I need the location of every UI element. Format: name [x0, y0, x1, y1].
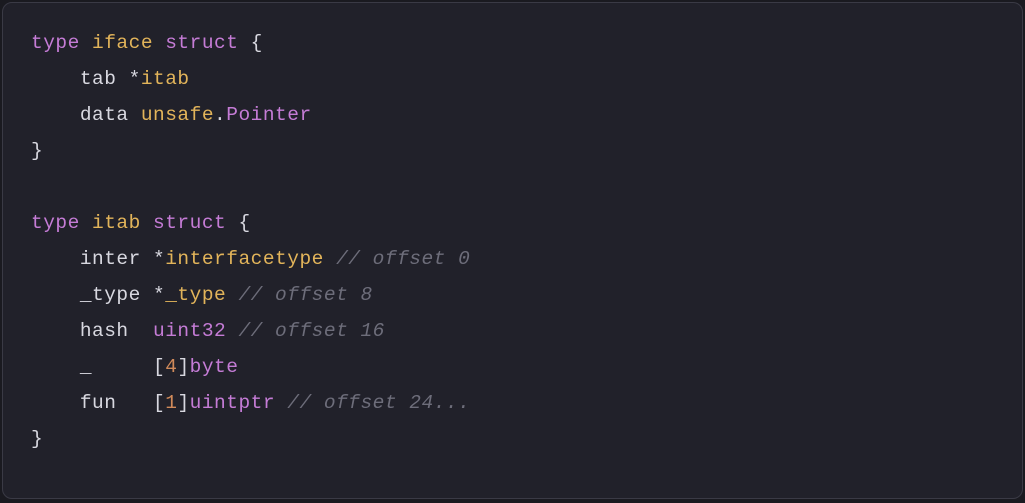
- token-op: [324, 248, 336, 270]
- token-kw: struct: [153, 212, 226, 234]
- token-name: interfacetype: [165, 248, 324, 270]
- token-name: _type: [165, 284, 226, 306]
- token-id: inter *: [80, 248, 165, 270]
- token-name: itab: [92, 212, 141, 234]
- token-cmt: // offset 16: [238, 320, 384, 342]
- token-op: {: [238, 32, 262, 54]
- indent: [31, 392, 80, 414]
- token-kw: struct: [165, 32, 238, 54]
- token-id: _ [: [80, 356, 165, 378]
- token-typ: uintptr: [190, 392, 275, 414]
- code-content: type iface struct { tab *itab data unsaf…: [31, 25, 994, 457]
- code-line: tab *itab: [31, 61, 994, 97]
- indent: [31, 68, 80, 90]
- token-num: 4: [165, 356, 177, 378]
- code-line: }: [31, 133, 994, 169]
- token-op: [80, 212, 92, 234]
- token-op: [226, 284, 238, 306]
- indent: [31, 104, 80, 126]
- token-id: tab *: [80, 68, 141, 90]
- token-id: hash: [80, 320, 153, 342]
- code-line: _ [4]byte: [31, 349, 994, 385]
- code-line: type itab struct {: [31, 205, 994, 241]
- token-cmt: // offset 0: [336, 248, 470, 270]
- token-cmt: // offset 24...: [287, 392, 470, 414]
- code-line: _type *_type // offset 8: [31, 277, 994, 313]
- token-op: .: [214, 104, 226, 126]
- token-typ: uint32: [153, 320, 226, 342]
- code-line: }: [31, 421, 994, 457]
- token-id: fun [: [80, 392, 165, 414]
- code-line: fun [1]uintptr // offset 24...: [31, 385, 994, 421]
- token-op: }: [31, 140, 43, 162]
- indent: [31, 320, 80, 342]
- token-typ: Pointer: [226, 104, 311, 126]
- code-line: [31, 169, 994, 205]
- token-op: [275, 392, 287, 414]
- token-op: [141, 212, 153, 234]
- token-op: [80, 32, 92, 54]
- token-op: {: [226, 212, 250, 234]
- token-id: ]: [177, 392, 189, 414]
- token-cmt: // offset 8: [238, 284, 372, 306]
- token-typ: byte: [190, 356, 239, 378]
- token-name: iface: [92, 32, 153, 54]
- token-name: unsafe: [141, 104, 214, 126]
- indent: [31, 248, 80, 270]
- token-op: }: [31, 428, 43, 450]
- indent: [31, 284, 80, 306]
- code-line: inter *interfacetype // offset 0: [31, 241, 994, 277]
- token-id: _type *: [80, 284, 165, 306]
- token-name: itab: [141, 68, 190, 90]
- token-op: [226, 320, 238, 342]
- code-block: type iface struct { tab *itab data unsaf…: [2, 2, 1023, 499]
- token-kw: type: [31, 212, 80, 234]
- token-id: data: [80, 104, 141, 126]
- token-op: [153, 32, 165, 54]
- code-line: type iface struct {: [31, 25, 994, 61]
- code-line: data unsafe.Pointer: [31, 97, 994, 133]
- indent: [31, 356, 80, 378]
- token-kw: type: [31, 32, 80, 54]
- token-num: 1: [165, 392, 177, 414]
- token-id: ]: [177, 356, 189, 378]
- code-line: hash uint32 // offset 16: [31, 313, 994, 349]
